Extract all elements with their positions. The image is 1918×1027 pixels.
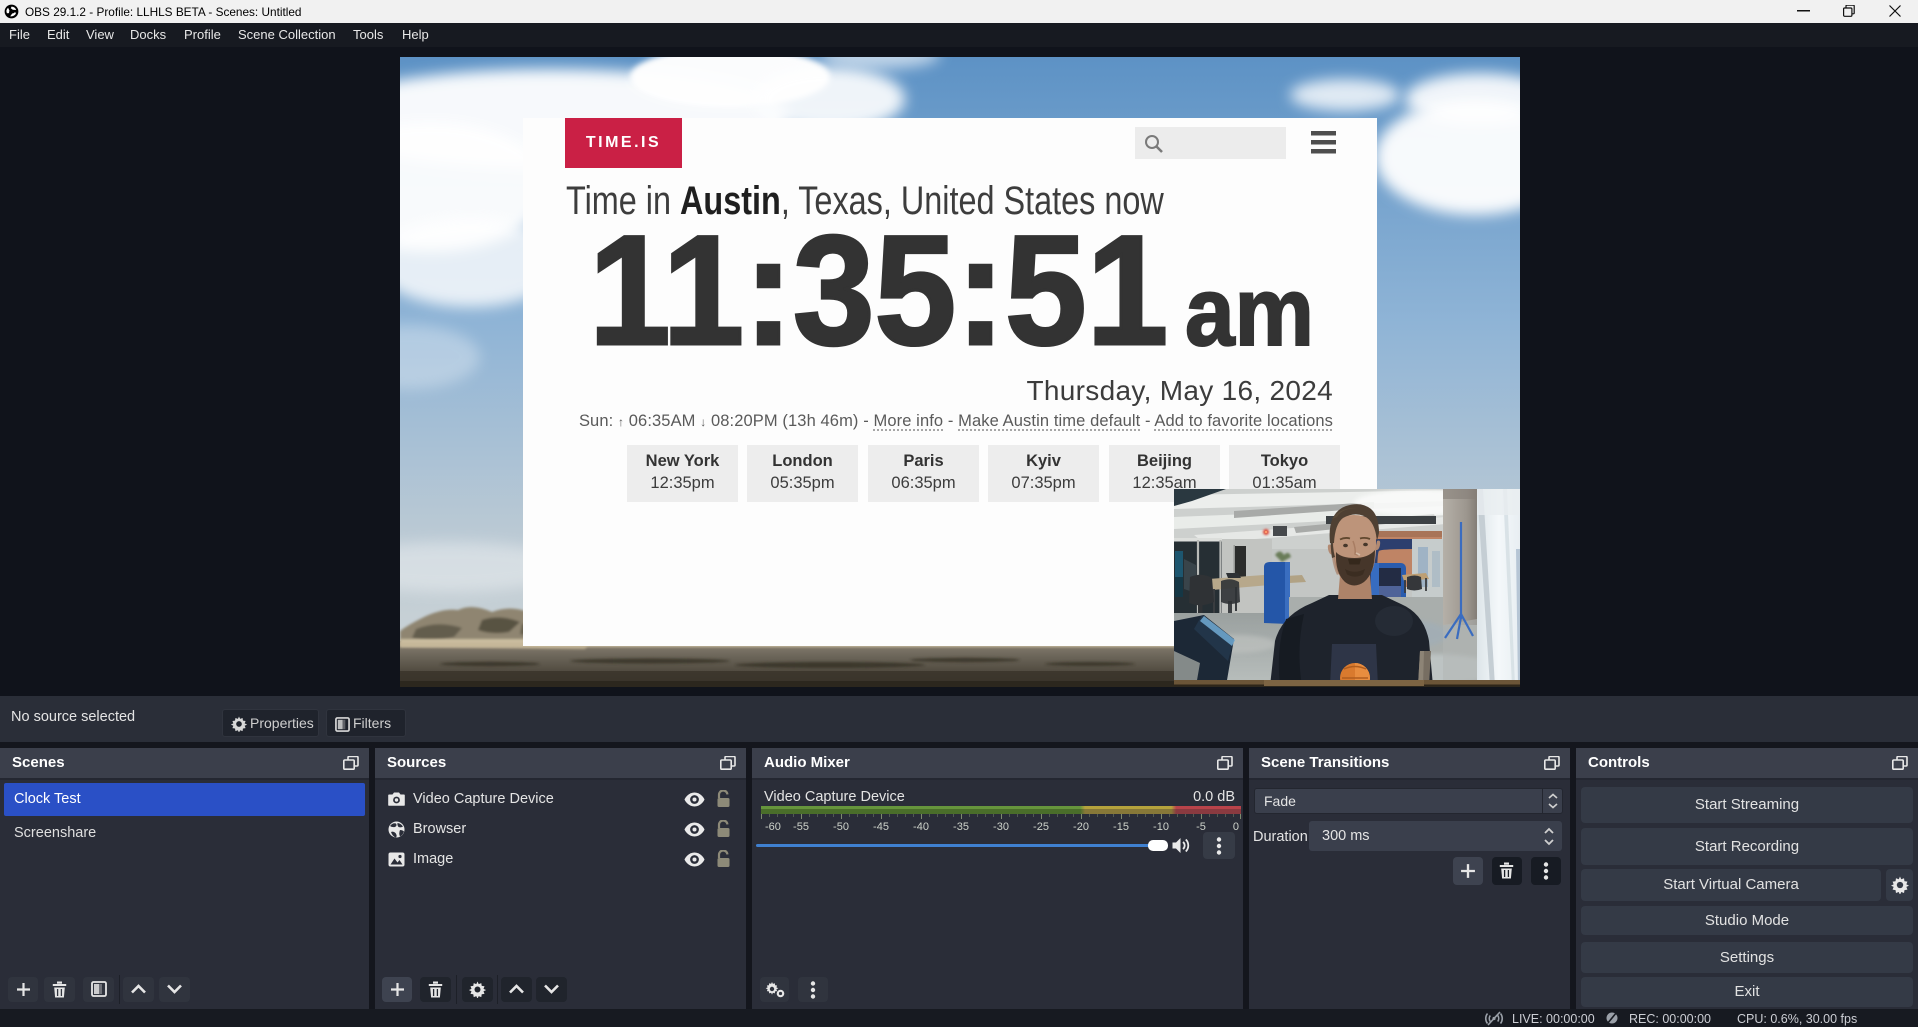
svg-text:-40: -40 — [913, 821, 929, 832]
svg-text:-5: -5 — [1196, 821, 1206, 832]
svg-text:-20: -20 — [1073, 821, 1089, 832]
svg-text:-45: -45 — [873, 821, 889, 832]
svg-text:-50: -50 — [833, 821, 849, 832]
svg-text:-25: -25 — [1033, 821, 1049, 832]
svg-text:-35: -35 — [953, 821, 969, 832]
svg-text:-10: -10 — [1153, 821, 1169, 832]
svg-text:-30: -30 — [993, 821, 1009, 832]
svg-text:-15: -15 — [1113, 821, 1129, 832]
svg-text:-55: -55 — [793, 821, 809, 832]
svg-text:-60: -60 — [765, 821, 781, 832]
svg-text:0: 0 — [1233, 821, 1239, 832]
